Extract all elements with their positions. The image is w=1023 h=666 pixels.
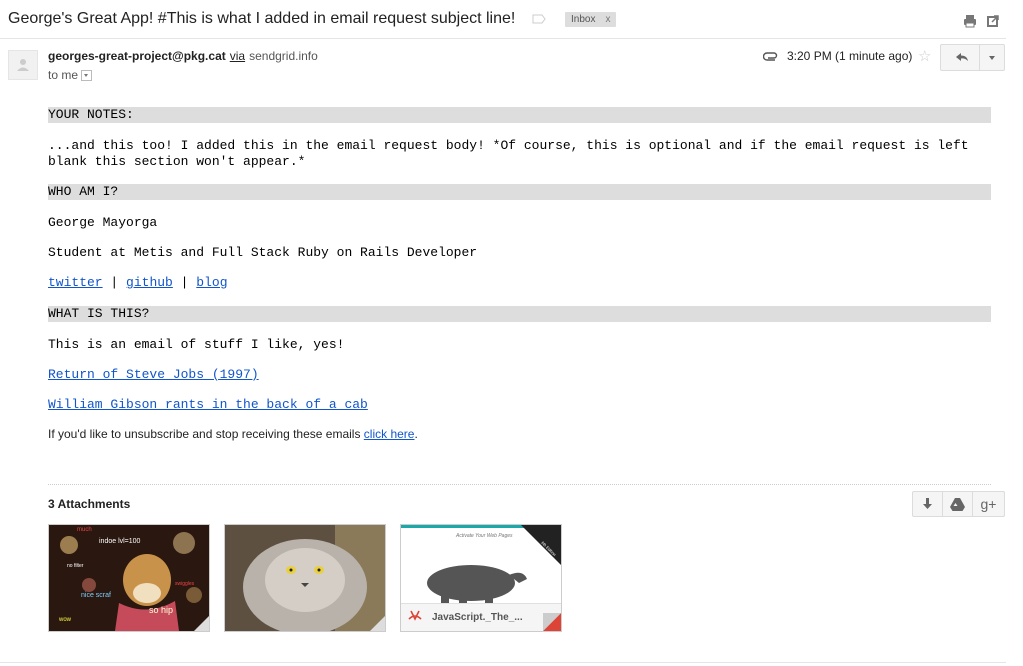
attachment-thumbnail-cat[interactable]	[224, 524, 386, 632]
pdf-cover-image: Activate Your Web Pages 6th Edition Java…	[401, 525, 561, 631]
recipient-line: to me	[48, 68, 93, 82]
download-icon	[923, 498, 932, 509]
bottom-divider	[0, 662, 1006, 663]
attachments-divider	[48, 484, 991, 485]
notes-text: ...and this too! I added this in the ema…	[48, 138, 969, 169]
doge-word-2: indoe lvl=100	[99, 538, 141, 545]
page-fold	[369, 615, 385, 631]
what-text: This is an email of stuff I like, yes!	[48, 337, 345, 352]
star-icon[interactable]: ☆	[918, 47, 931, 65]
inbox-label-text: Inbox	[571, 14, 596, 25]
via-link[interactable]: via	[230, 49, 245, 63]
recipient-label: to me	[48, 68, 79, 82]
unsubscribe-end: .	[414, 427, 418, 441]
open-in-new-window-icon[interactable]	[985, 13, 1001, 29]
link-separator: |	[110, 275, 119, 290]
avatar-placeholder-icon	[17, 59, 29, 71]
section-heading-who: WHO AM I?	[48, 184, 991, 200]
attachment-clip-icon	[763, 52, 778, 61]
doge-word-1: much	[77, 527, 92, 533]
sender-line: georges-great-project@pkg.cat via sendgrid…	[48, 49, 318, 63]
email-subject: George's Great App! #This is what I adde…	[8, 10, 516, 27]
pdf-cover-caption: Activate Your Web Pages	[455, 533, 513, 539]
unsubscribe-link[interactable]: click here	[364, 427, 415, 441]
william-gibson-link[interactable]: William Gibson rants in the back of a ca…	[48, 397, 368, 412]
attachment-thumbnail-pdf[interactable]: Activate Your Web Pages 6th Edition Java…	[400, 524, 562, 632]
doge-image: much indoe lvl=100 no filter nice scraf …	[49, 525, 209, 631]
show-details-dropdown-icon[interactable]	[81, 70, 93, 82]
doge-word-6: wow	[58, 617, 72, 623]
reply-arrow-icon	[956, 53, 968, 61]
via-domain: sendgrid.info	[249, 49, 318, 63]
save-to-drive-button[interactable]	[942, 491, 973, 517]
unsubscribe-text: If you'd like to unsubscribe and stop re…	[48, 427, 364, 441]
sender-avatar[interactable]	[8, 50, 38, 80]
subject-divider	[0, 38, 1006, 39]
section-heading-notes: YOUR NOTES:	[48, 107, 991, 123]
section-heading-what: WHAT IS THIS?	[48, 306, 991, 322]
social-links: twitter | github | blog	[48, 275, 228, 290]
cat-image	[225, 525, 385, 631]
email-timestamp: 3:20 PM (1 minute ago)	[787, 49, 913, 63]
steve-jobs-link[interactable]: Return of Steve Jobs (1997)	[48, 367, 259, 382]
doge-word-3: no filter	[67, 563, 84, 569]
remove-label-icon[interactable]: x	[605, 14, 610, 25]
doge-word-7: swiggles	[175, 581, 195, 587]
link-separator: |	[180, 275, 189, 290]
twitter-link[interactable]: twitter	[48, 275, 103, 290]
blog-link[interactable]: blog	[196, 275, 227, 290]
author-name: George Mayorga	[48, 215, 158, 230]
more-actions-button[interactable]	[979, 44, 1005, 71]
attachments-title: 3 Attachments	[48, 497, 131, 511]
doge-word-4: nice scraf	[81, 592, 111, 599]
label-tag-icon[interactable]	[532, 14, 546, 24]
reply-button[interactable]	[940, 44, 980, 71]
github-link[interactable]: github	[126, 275, 173, 290]
doge-word-5: so hip	[149, 605, 173, 615]
print-icon[interactable]	[962, 13, 978, 29]
share-google-plus-button[interactable]: g+	[972, 491, 1005, 517]
sender-email[interactable]: georges-great-project@pkg.cat	[48, 49, 226, 63]
page-fold	[193, 615, 209, 631]
unsubscribe-line: If you'd like to unsubscribe and stop re…	[48, 427, 418, 441]
download-all-button[interactable]	[912, 491, 943, 517]
pdf-filename: JavaScript._The_...	[432, 612, 523, 623]
inbox-label-chip[interactable]: Inbox x	[565, 12, 617, 27]
attachment-thumbnail-doge[interactable]: much indoe lvl=100 no filter nice scraf …	[48, 524, 210, 632]
drive-icon	[950, 498, 965, 511]
author-bio: Student at Metis and Full Stack Ruby on …	[48, 245, 478, 260]
